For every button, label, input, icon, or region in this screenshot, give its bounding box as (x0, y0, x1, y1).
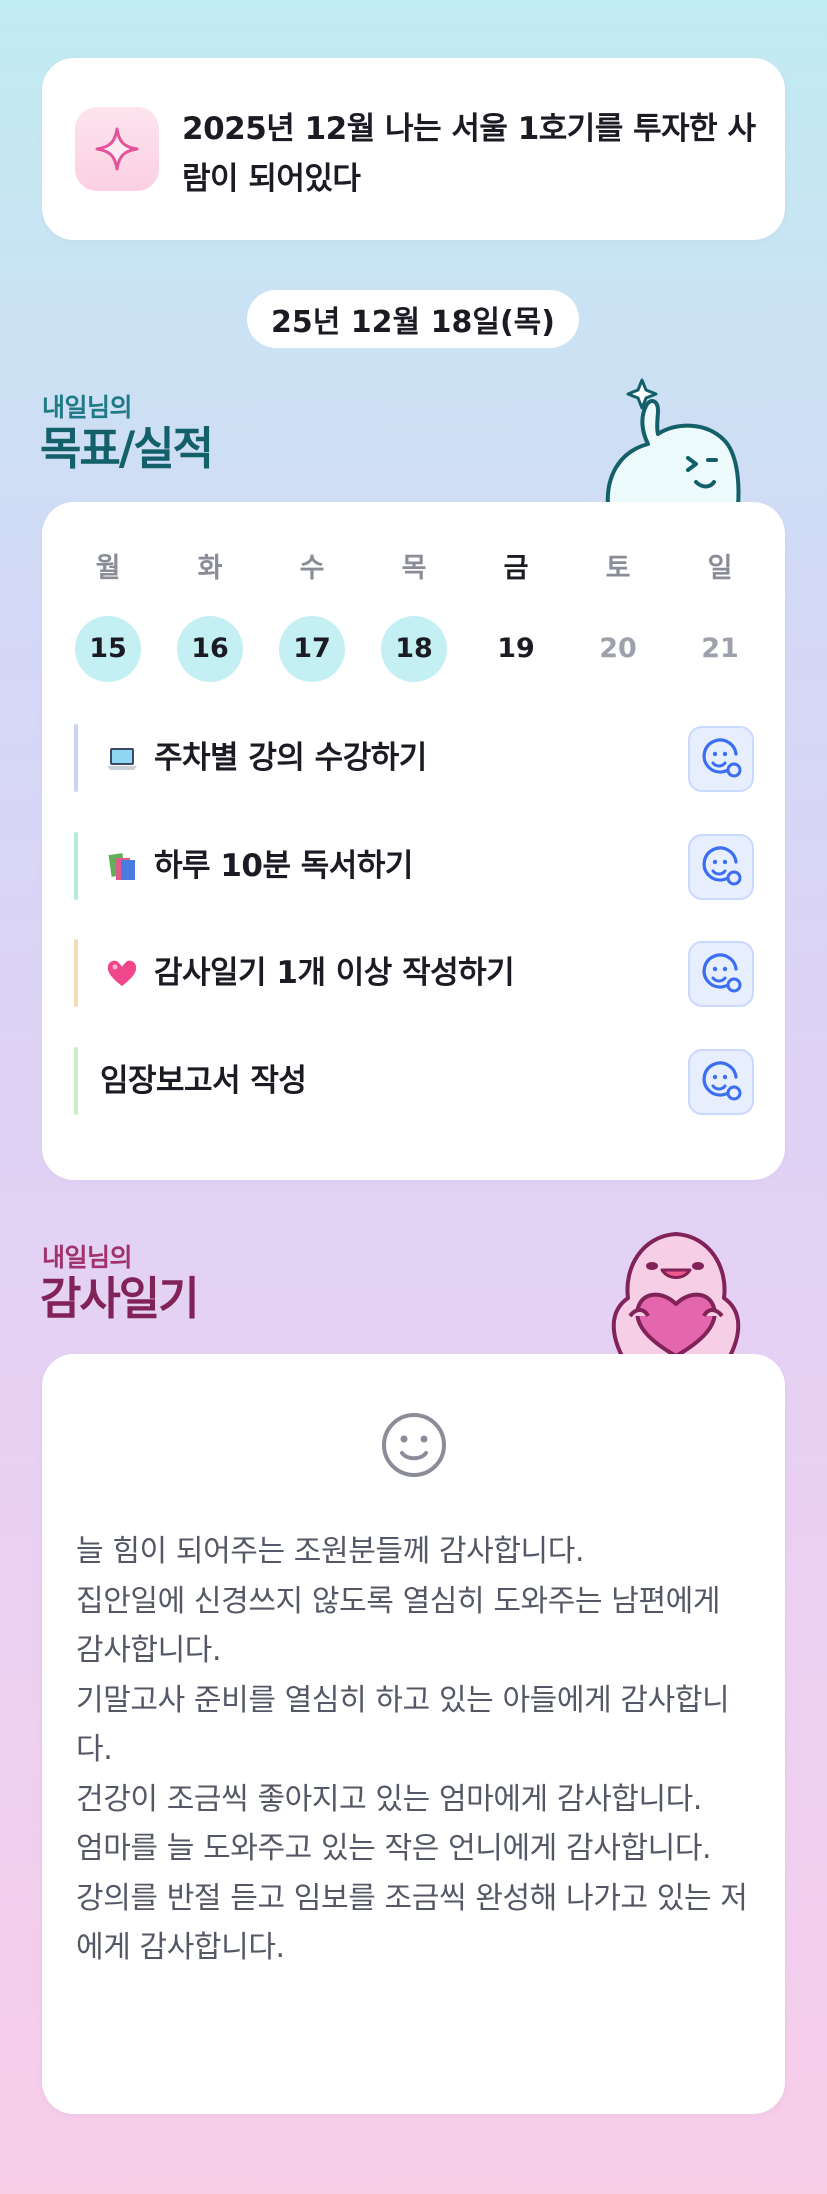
smile-check-icon (702, 738, 742, 778)
goal-row: 하루 10분 독서하기 (74, 832, 754, 900)
heart-icon (107, 960, 137, 986)
goal-label: 감사일기 1개 이상 작성하기 (154, 955, 515, 991)
day-of-week: 목 (401, 553, 427, 584)
goal-row: 감사일기 1개 이상 작성하기 (74, 939, 754, 1007)
goal-label: 하루 10분 독서하기 (154, 848, 413, 884)
goal-check-button[interactable] (688, 726, 754, 792)
gratitude-line: 엄마를 늘 도와주고 있는 작은 언니에게 감사합니다. (76, 1831, 712, 1866)
day-number: 16 (177, 616, 243, 682)
day-number: 19 (497, 633, 535, 664)
goal-label: 주차별 강의 수강하기 (154, 740, 427, 776)
laptop-icon (107, 748, 137, 770)
goal-badge (75, 107, 159, 191)
goal-item: 하루 10분 독서하기 (104, 832, 413, 900)
date-pill[interactable]: 25년 12월 18일(목) (247, 290, 579, 348)
waving-ghost-mascot (605, 378, 741, 506)
goals-section-title: 목표/실적 (40, 422, 214, 475)
goal-color-bar (74, 939, 78, 1007)
week-calendar: 월 15 화 16 수 17 목 18 금 19 토 20 일 21 (74, 552, 754, 682)
day-sun[interactable]: 일 21 (686, 552, 754, 682)
day-of-week: 토 (605, 553, 631, 584)
books-icon (108, 853, 135, 880)
goal-row: 임장보고서 작성 (74, 1047, 754, 1115)
day-thu[interactable]: 목 18 (380, 552, 448, 682)
day-of-week: 금 (503, 553, 529, 584)
goal-row: 주차별 강의 수강하기 (74, 724, 754, 792)
day-tue[interactable]: 화 16 (176, 552, 244, 682)
goal-statement: 2025년 12월 나는 서울 1호기를 투자한 사람이 되어있다 (182, 111, 756, 197)
sparkle-icon (95, 127, 139, 171)
goal-color-bar (74, 1047, 78, 1115)
smile-check-icon (702, 1061, 742, 1101)
goal-card: 2025년 12월 나는 서울 1호기를 투자한 사람이 되어있다 (42, 58, 785, 240)
day-sat[interactable]: 토 20 (584, 552, 652, 682)
gratitude-section-title: 감사일기 (40, 1272, 200, 1325)
day-of-week: 월 (95, 553, 121, 584)
goal-item: 임장보고서 작성 (100, 1047, 307, 1115)
gratitude-card: 늘 힘이 되어주는 조원분들께 감사합니다. 집안일에 신경쓰지 않도록 열심히… (42, 1354, 785, 2114)
day-of-week: 수 (299, 553, 325, 584)
goal-color-bar (74, 724, 78, 792)
day-number: 15 (75, 616, 141, 682)
day-of-week: 화 (197, 553, 223, 584)
goal-label: 임장보고서 작성 (100, 1063, 307, 1099)
day-mon[interactable]: 월 15 (74, 552, 142, 682)
goal-item: 감사일기 1개 이상 작성하기 (104, 939, 515, 1007)
day-number: 17 (279, 616, 345, 682)
goals-card: 월 15 화 16 수 17 목 18 금 19 토 20 일 21 주차별 강… (42, 502, 785, 1180)
smile-icon[interactable] (379, 1410, 449, 1480)
goal-item: 주차별 강의 수강하기 (104, 724, 427, 792)
goal-check-button[interactable] (688, 834, 754, 900)
gratitude-line: 늘 힘이 되어주는 조원분들께 감사합니다. (76, 1534, 585, 1569)
gratitude-line: 기말고사 준비를 열심히 하고 있는 아들에게 감사합니다. (76, 1682, 730, 1768)
day-number: 21 (701, 633, 739, 664)
day-of-week: 일 (707, 553, 733, 584)
goal-check-button[interactable] (688, 941, 754, 1007)
gratitude-line: 건강이 조금씩 좋아지고 있는 엄마에게 감사합니다. (76, 1781, 703, 1817)
gratitude-text: 늘 힘이 되어주는 조원분들께 감사합니다. 집안일에 신경쓰지 않도록 열심히… (76, 1527, 756, 1973)
goal-color-bar (74, 832, 78, 900)
goal-check-button[interactable] (688, 1049, 754, 1115)
gratitude-line: 강의를 반절 듣고 임보를 조금씩 완성해 나가고 있는 저에게 감사합니다. (76, 1880, 748, 1966)
day-number: 18 (381, 616, 447, 682)
day-wed[interactable]: 수 17 (278, 552, 346, 682)
heart-hugging-mascot (611, 1232, 741, 1356)
gratitude-line: 집안일에 신경쓰지 않도록 열심히 도와주는 남편에게 감사합니다. (76, 1583, 721, 1669)
day-number: 20 (599, 633, 637, 664)
smile-check-icon (702, 953, 742, 993)
smile-check-icon (702, 846, 742, 886)
day-fri[interactable]: 금 19 (482, 552, 550, 682)
